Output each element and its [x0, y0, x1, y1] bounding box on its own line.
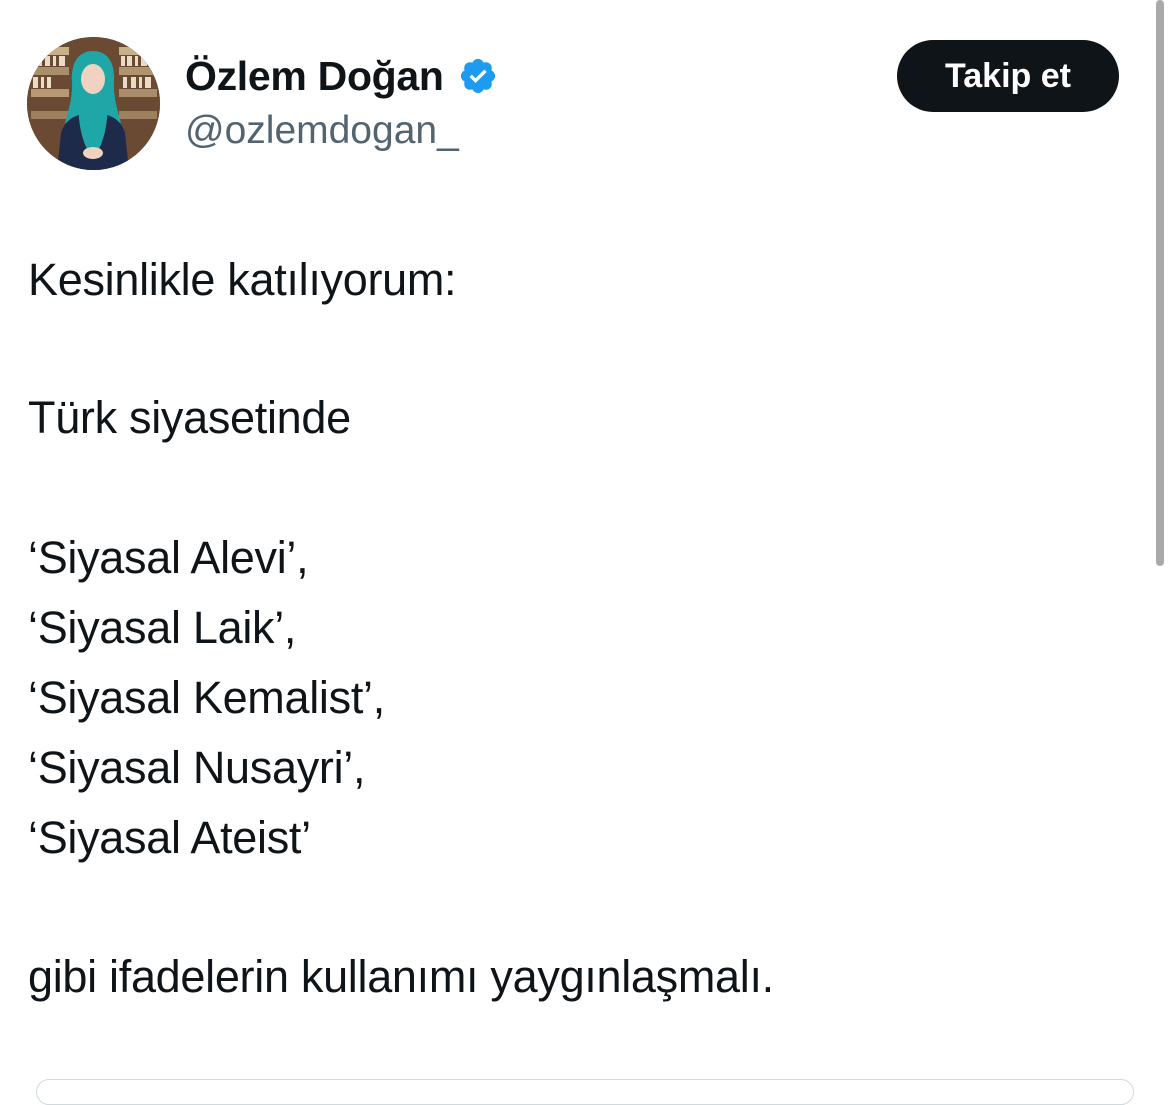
author-handle[interactable]: @ozlemdogan_ — [185, 105, 459, 157]
tweet-line: ‘Siyasal Kemalist’, — [28, 672, 385, 723]
author-name-row[interactable]: Özlem Doğan — [185, 50, 498, 102]
tweet-line: gibi ifadelerin kullanımı yaygınlaşmalı. — [28, 951, 774, 1002]
tweet-line: Türk siyasetinde — [28, 392, 351, 443]
quoted-card-edge — [36, 1079, 1134, 1105]
scrollbar[interactable] — [1156, 0, 1164, 566]
tweet-line: ‘Siyasal Alevi’, — [28, 532, 309, 583]
verified-badge-icon[interactable] — [458, 56, 498, 96]
tweet-line: ‘Siyasal Ateist’ — [28, 812, 311, 863]
profile-photo-icon — [27, 37, 160, 170]
avatar[interactable] — [27, 37, 160, 170]
tweet-line: ‘Siyasal Laik’, — [28, 602, 297, 653]
follow-button[interactable]: Takip et — [897, 40, 1119, 112]
tweet-line: Kesinlikle katılıyorum: — [28, 254, 457, 305]
tweet-line: ‘Siyasal Nusayri’, — [28, 742, 366, 793]
display-name[interactable]: Özlem Doğan — [185, 50, 444, 102]
